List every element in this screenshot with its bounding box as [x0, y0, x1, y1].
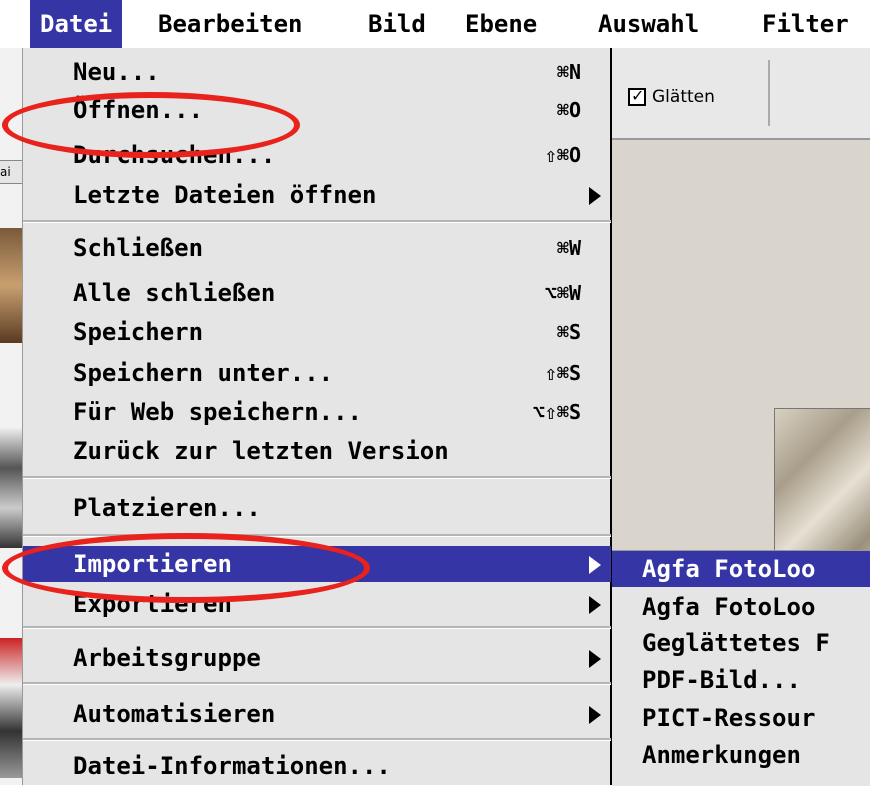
menu-item-speichern-unter[interactable]: Speichern unter... ⇧⌘S [23, 355, 611, 391]
background-window-left [0, 48, 22, 785]
menu-item-label: Speichern [73, 318, 204, 346]
thumbnail-image [0, 428, 22, 548]
submenu-item-label: Agfa FotoLoo [642, 593, 816, 621]
menu-item-label: Letzte Dateien öffnen [73, 181, 377, 209]
menu-item-speichern[interactable]: Speichern ⌘S [23, 314, 611, 350]
submenu-item[interactable]: PDF-Bild... [612, 662, 870, 698]
submenu-item-label: Agfa FotoLoo [642, 555, 816, 583]
menu-item-label: Automatisieren [73, 700, 276, 728]
smoothing-label: Glätten [652, 87, 715, 107]
menu-item-neu[interactable]: Neu... ⌘N [23, 54, 611, 90]
shortcut: ⇧⌘S [544, 361, 581, 385]
shortcut: ⇧⌘O [544, 143, 581, 167]
submenu-arrow-icon [589, 556, 601, 574]
check-icon: ✓ [631, 86, 645, 105]
file-menu: Neu... ⌘N Öffnen... ⌘O Durchsuchen... ⇧⌘… [22, 48, 612, 785]
divider [768, 60, 770, 126]
shortcut: ⌘S [556, 320, 581, 344]
menu-item-schliessen[interactable]: Schließen ⌘W [23, 230, 611, 266]
submenu-arrow-icon [589, 650, 601, 668]
menu-item-letzte-dateien[interactable]: Letzte Dateien öffnen [23, 177, 611, 213]
menu-item-arbeitsgruppe[interactable]: Arbeitsgruppe [23, 640, 611, 676]
shortcut: ⌘N [556, 60, 581, 84]
shortcut: ⌘W [556, 236, 581, 260]
menu-item-label: Für Web speichern... [73, 398, 362, 426]
menu-item-alle-schliessen[interactable]: Alle schließen ⌥⌘W [23, 275, 611, 311]
menubar: Datei Bearbeiten Bild Ebene Auswahl Filt… [0, 0, 870, 50]
submenu-item[interactable]: Agfa FotoLoo [612, 551, 870, 587]
menu-bild[interactable]: Bild [368, 0, 426, 48]
menu-item-platzieren[interactable]: Platzieren... [23, 490, 611, 526]
thumbnail-image [0, 638, 22, 778]
menu-item-label: Schließen [73, 234, 204, 262]
menu-datei[interactable]: Datei [30, 0, 123, 48]
menu-item-label: Speichern unter... [73, 359, 334, 387]
menu-item-label: Platzieren... [73, 494, 261, 522]
menu-item-fuer-web-speichern[interactable]: Für Web speichern... ⌥⇧⌘S [23, 394, 611, 430]
menu-filter[interactable]: Filter [762, 0, 849, 48]
submenu-item-label: Geglättetes F [642, 629, 830, 657]
menu-item-zurueck[interactable]: Zurück zur letzten Version [23, 433, 611, 469]
separator [23, 476, 611, 479]
separator [23, 220, 611, 223]
smoothing-checkbox[interactable]: ✓ [628, 86, 646, 106]
submenu-arrow-icon [589, 706, 601, 724]
menu-ebene[interactable]: Ebene [465, 0, 537, 48]
shortcut: ⌘O [556, 98, 581, 122]
menu-item-label: Zurück zur letzten Version [73, 437, 449, 465]
separator [23, 738, 611, 741]
submenu-item-label: PICT-Ressour [642, 704, 816, 732]
menu-auswahl[interactable]: Auswahl [598, 0, 699, 48]
menu-item-datei-informationen[interactable]: Datei-Informationen... [23, 748, 611, 784]
menu-item-label: Neu... [73, 58, 160, 86]
separator [23, 682, 611, 685]
shortcut: ⌥⌘W [544, 281, 581, 305]
submenu-item[interactable]: Anmerkungen [612, 737, 870, 773]
menu-item-label: Arbeitsgruppe [73, 644, 261, 672]
menu-item-label: Datei-Informationen... [73, 752, 391, 780]
options-bar [612, 48, 870, 140]
separator [23, 626, 611, 629]
menu-bearbeiten[interactable]: Bearbeiten [158, 0, 303, 48]
submenu-arrow-icon [589, 187, 601, 205]
submenu-item[interactable]: Geglättetes F [612, 625, 870, 661]
submenu-item-label: Anmerkungen [642, 741, 801, 769]
submenu-item-label: PDF-Bild... [642, 666, 801, 694]
menu-item-label: Alle schließen [73, 279, 276, 307]
submenu-arrow-icon [589, 596, 601, 614]
annotation-circle-oeffnen [2, 92, 300, 158]
annotation-circle-importieren [2, 533, 370, 603]
menu-item-automatisieren[interactable]: Automatisieren [23, 696, 611, 732]
submenu-item[interactable]: Agfa FotoLoo [612, 589, 870, 625]
import-submenu: Agfa FotoLoo Agfa FotoLoo Geglättetes F … [612, 550, 870, 786]
thumbnail-image [0, 228, 22, 343]
shortcut: ⌥⇧⌘S [532, 400, 581, 424]
submenu-item[interactable]: PICT-Ressour [612, 700, 870, 736]
